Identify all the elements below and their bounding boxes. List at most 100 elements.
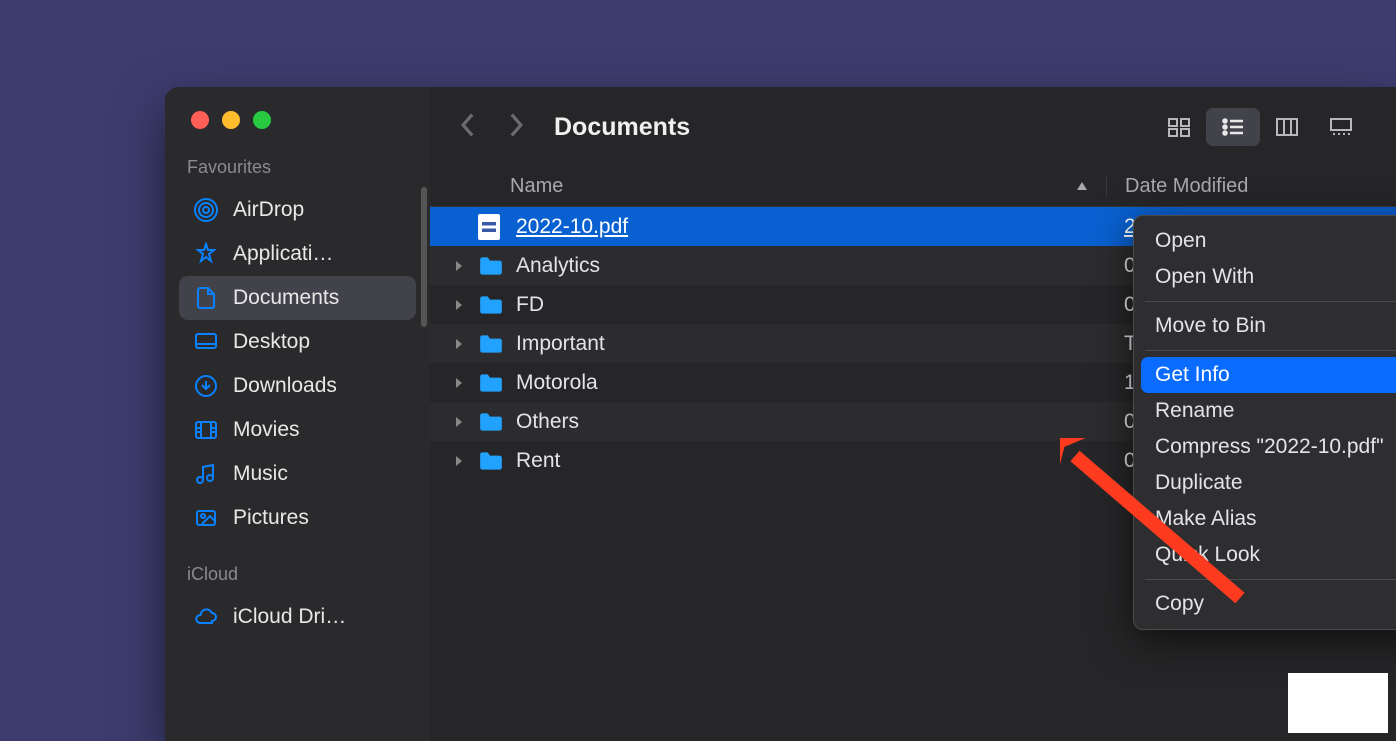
finder-window: Favourites AirDrop Applicati… Documents …: [165, 87, 1396, 741]
column-view-button[interactable]: [1260, 108, 1314, 146]
file-name: Important: [516, 332, 1106, 356]
back-button[interactable]: [458, 112, 476, 143]
menu-rename[interactable]: Rename: [1141, 393, 1396, 429]
sidebar-item-pictures[interactable]: Pictures: [179, 496, 416, 540]
sidebar-section-favourites: Favourites: [165, 157, 430, 188]
sidebar-item-label: Pictures: [233, 506, 309, 530]
column-headers: Name Date Modified: [430, 167, 1396, 207]
music-icon: [193, 461, 219, 487]
disclosure-triangle[interactable]: [454, 259, 472, 273]
menu-get-info[interactable]: Get Info: [1141, 357, 1396, 393]
sidebar-item-label: Music: [233, 462, 288, 486]
file-name: Motorola: [516, 371, 1106, 395]
sidebar-item-movies[interactable]: Movies: [179, 408, 416, 452]
context-menu: Open Open With Move to Bin Get Info Rena…: [1133, 215, 1396, 630]
window-controls: [165, 111, 430, 157]
menu-open-with[interactable]: Open With: [1141, 259, 1396, 295]
movies-icon: [193, 417, 219, 443]
sidebar-item-label: Desktop: [233, 330, 310, 354]
name-column-label: Name: [510, 175, 563, 198]
menu-label: Quick Look: [1155, 543, 1260, 567]
sidebar-item-downloads[interactable]: Downloads: [179, 364, 416, 408]
pictures-icon: [193, 505, 219, 531]
date-column-label: Date Modified: [1125, 175, 1248, 197]
apps-icon: [193, 241, 219, 267]
sidebar-item-label: AirDrop: [233, 198, 304, 222]
folder-icon: [478, 253, 506, 279]
view-controls: [1152, 108, 1368, 146]
menu-move-to-bin[interactable]: Move to Bin: [1141, 308, 1396, 344]
folder-icon: [478, 448, 506, 474]
name-column-header[interactable]: Name: [510, 175, 1106, 198]
sidebar-item-applications[interactable]: Applicati…: [179, 232, 416, 276]
airdrop-icon: [193, 197, 219, 223]
menu-duplicate[interactable]: Duplicate: [1141, 465, 1396, 501]
menu-label: Compress "2022-10.pdf": [1155, 435, 1384, 459]
sidebar-item-documents[interactable]: Documents: [179, 276, 416, 320]
menu-label: Rename: [1155, 399, 1234, 423]
nav-arrows: [458, 112, 526, 143]
sidebar-section-icloud: iCloud: [165, 564, 430, 595]
sidebar-item-label: Downloads: [233, 374, 337, 398]
menu-label: Open: [1155, 229, 1206, 253]
menu-label: Move to Bin: [1155, 314, 1266, 338]
list-view-button[interactable]: [1206, 108, 1260, 146]
sidebar: Favourites AirDrop Applicati… Documents …: [165, 87, 430, 741]
menu-label: Duplicate: [1155, 471, 1243, 495]
pdf-file-icon: [478, 214, 506, 240]
menu-label: Get Info: [1155, 363, 1230, 387]
menu-quick-look[interactable]: Quick Look: [1141, 537, 1396, 573]
menu-copy[interactable]: Copy: [1141, 586, 1396, 622]
menu-label: Copy: [1155, 592, 1204, 616]
sort-arrow-icon: [1074, 175, 1090, 198]
desktop-icon: [193, 329, 219, 355]
sidebar-item-icloud-drive[interactable]: iCloud Dri…: [179, 595, 416, 639]
menu-separator: [1145, 579, 1396, 580]
date-column-header[interactable]: Date Modified: [1106, 175, 1396, 198]
cloud-icon: [193, 604, 219, 630]
disclosure-triangle[interactable]: [454, 376, 472, 390]
sidebar-item-label: Applicati…: [233, 242, 333, 266]
file-name: FD: [516, 293, 1106, 317]
disclosure-triangle[interactable]: [454, 415, 472, 429]
minimize-button[interactable]: [222, 111, 240, 129]
menu-separator: [1145, 301, 1396, 302]
toolbar: Documents: [430, 87, 1396, 167]
sidebar-favourites-list: AirDrop Applicati… Documents Desktop Dow…: [165, 188, 430, 540]
file-name: Analytics: [516, 254, 1106, 278]
sidebar-item-label: Documents: [233, 286, 339, 310]
close-button[interactable]: [191, 111, 209, 129]
sidebar-item-desktop[interactable]: Desktop: [179, 320, 416, 364]
document-icon: [193, 285, 219, 311]
folder-icon: [478, 370, 506, 396]
sidebar-scrollbar[interactable]: [421, 187, 427, 327]
maximize-button[interactable]: [253, 111, 271, 129]
forward-button[interactable]: [508, 112, 526, 143]
file-list: 2022-10.pdf 28-Nov-2022 at 3:09 P Analyt…: [430, 207, 1396, 480]
folder-icon: [478, 292, 506, 318]
window-title: Documents: [554, 113, 1124, 142]
file-name: 2022-10.pdf: [516, 215, 1106, 239]
sidebar-item-airdrop[interactable]: AirDrop: [179, 188, 416, 232]
menu-separator: [1145, 350, 1396, 351]
menu-label: Open With: [1155, 265, 1254, 289]
icon-view-button[interactable]: [1152, 108, 1206, 146]
folder-icon: [478, 409, 506, 435]
menu-make-alias[interactable]: Make Alias: [1141, 501, 1396, 537]
download-icon: [193, 373, 219, 399]
file-name: Others: [516, 410, 1106, 434]
gallery-view-button[interactable]: [1314, 108, 1368, 146]
overlay-box: [1288, 673, 1388, 733]
sidebar-item-label: Movies: [233, 418, 300, 442]
menu-compress[interactable]: Compress "2022-10.pdf": [1141, 429, 1396, 465]
disclosure-triangle[interactable]: [454, 337, 472, 351]
sidebar-item-music[interactable]: Music: [179, 452, 416, 496]
menu-label: Make Alias: [1155, 507, 1257, 531]
main-panel: Documents Name Date Modified 2022-10.pdf: [430, 87, 1396, 741]
sidebar-icloud-list: iCloud Dri…: [165, 595, 430, 639]
sidebar-item-label: iCloud Dri…: [233, 605, 346, 629]
folder-icon: [478, 331, 506, 357]
menu-open[interactable]: Open: [1141, 223, 1396, 259]
disclosure-triangle[interactable]: [454, 454, 472, 468]
disclosure-triangle[interactable]: [454, 298, 472, 312]
